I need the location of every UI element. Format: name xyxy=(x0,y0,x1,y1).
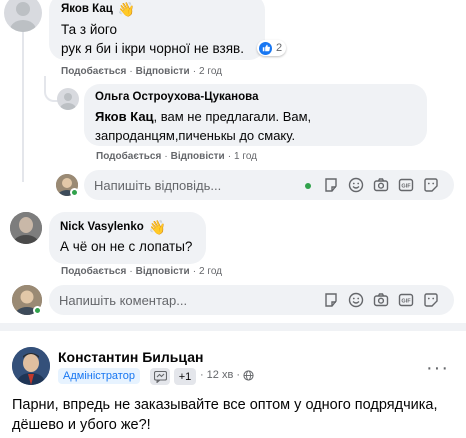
gif-icon[interactable]: GIF xyxy=(398,177,414,193)
avatar-olga[interactable] xyxy=(57,88,79,110)
comment-bubble-olga: Ольга Остроухова-Цуканова Яков Кац, вам … xyxy=(84,84,427,146)
timestamp[interactable]: 2 год xyxy=(199,266,222,277)
admin-badge[interactable]: Адміністратор xyxy=(58,368,140,384)
timestamp[interactable]: 1 год xyxy=(234,151,257,162)
thread-line xyxy=(22,32,24,182)
comment-bubble-nick: Nick Vasylenko 👋 А чё он не с лопаты? xyxy=(49,212,206,264)
like-link[interactable]: Подобається xyxy=(61,66,126,77)
comment-actions: Подобається · Відповісти · 1 год xyxy=(96,151,257,162)
avatar-nick[interactable] xyxy=(10,212,42,244)
thread-line-nested xyxy=(44,76,58,102)
comment-author[interactable]: Nick Vasylenko xyxy=(60,221,144,233)
sticker-face-icon[interactable] xyxy=(423,292,439,308)
reply-link[interactable]: Відповісти xyxy=(171,151,225,162)
globe-icon xyxy=(243,369,254,381)
sticker-icon[interactable] xyxy=(323,177,339,193)
wave-icon: 👋 xyxy=(117,1,136,17)
sticker-icon[interactable] xyxy=(323,292,339,308)
sticker-face-icon[interactable] xyxy=(423,177,439,193)
comment-text: А чё он не с лопаты? xyxy=(60,239,193,254)
emoji-icon[interactable] xyxy=(348,177,364,193)
camera-icon[interactable] xyxy=(373,292,389,308)
post-time[interactable]: 12 хв xyxy=(207,369,234,381)
post-author-avatar[interactable] xyxy=(12,347,50,385)
gif-icon[interactable]: GIF xyxy=(398,292,414,308)
comment-author[interactable]: Яков Кац xyxy=(61,3,113,15)
comment-text: запроданцям,пиченькы до смаку. xyxy=(95,128,296,143)
reply-link[interactable]: Відповісти xyxy=(136,266,190,277)
comment-text-line: Та з його xyxy=(61,22,118,37)
typing-dot xyxy=(305,183,311,189)
online-indicator xyxy=(70,188,79,197)
plus-one-badge[interactable]: +1 xyxy=(174,368,196,385)
reply-link[interactable]: Відповісти xyxy=(136,66,190,77)
comments-card: Яков Кац 👋 Та з його рук я би і ікри чор… xyxy=(0,0,466,323)
comment-bubble-yakov: Яков Кац 👋 Та з його рук я би і ікри чор… xyxy=(49,0,265,60)
reaction-summary[interactable]: 2 xyxy=(257,40,287,56)
online-indicator xyxy=(33,306,42,315)
svg-text:GIF: GIF xyxy=(401,298,411,304)
comment-actions: Подобається · Відповісти · 2 год xyxy=(61,266,222,277)
timestamp[interactable]: 2 год xyxy=(199,66,222,77)
like-link[interactable]: Подобається xyxy=(61,266,126,277)
like-link[interactable]: Подобається xyxy=(96,151,161,162)
emoji-icon[interactable] xyxy=(348,292,364,308)
wave-icon: 👋 xyxy=(148,219,167,235)
avatar-yakov[interactable] xyxy=(4,0,42,32)
reaction-count: 2 xyxy=(276,42,283,54)
post-text: Парни, впредь не заказывайте все оптом у… xyxy=(12,397,438,433)
reply-placeholder: Напишіть відповідь... xyxy=(94,177,222,193)
comment-input-tools: GIF xyxy=(323,292,439,308)
post-author-name[interactable]: Константин Бильцан xyxy=(58,349,203,365)
more-icon[interactable]: ··· xyxy=(426,358,449,378)
post-meta: · 12 хв · xyxy=(200,369,254,381)
camera-icon[interactable] xyxy=(373,177,389,193)
mention-link[interactable]: Яков Кац xyxy=(95,109,154,124)
svg-text:GIF: GIF xyxy=(401,183,411,189)
like-icon xyxy=(259,41,272,55)
reply-input-tools: GIF xyxy=(323,177,439,193)
comment-author[interactable]: Ольга Остроухова-Цуканова xyxy=(95,91,258,103)
comment-placeholder: Напишіть коментар... xyxy=(59,292,188,308)
comment-text-line: рук я би і ікри чорної не взяв. xyxy=(61,41,244,56)
chat-icon[interactable] xyxy=(150,368,170,385)
comment-actions: Подобається · Відповісти · 2 год xyxy=(61,66,222,77)
comment-text: , вам не предлагали. Вам, xyxy=(153,109,312,124)
